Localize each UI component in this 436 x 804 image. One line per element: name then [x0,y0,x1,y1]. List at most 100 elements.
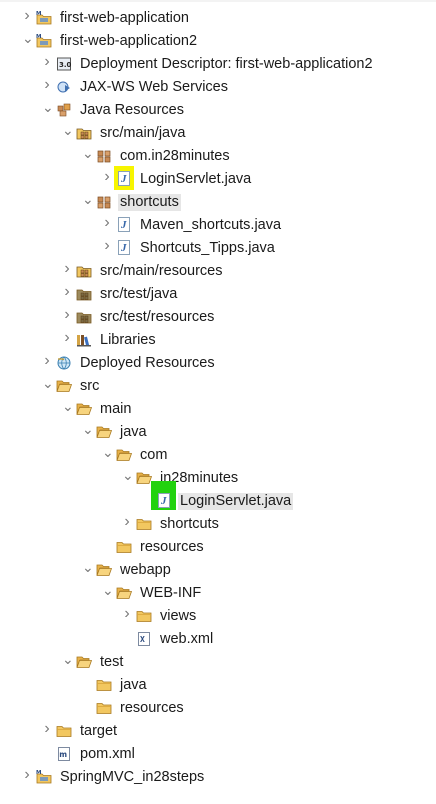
folder-open-icon [76,401,92,417]
tree-item[interactable]: › JAX-WS Web Services [0,77,436,99]
folder-open-icon [136,470,152,486]
tree-item[interactable]: ⌄ com [0,445,436,467]
chevron-right-icon[interactable]: › [62,284,72,300]
chevron-down-icon[interactable]: ⌄ [102,583,114,597]
tree-item[interactable]: ⌄ main [0,399,436,421]
chevron-down-icon[interactable]: ⌄ [62,399,74,413]
chevron-down-icon[interactable]: ⌄ [102,445,114,459]
tree-item-label: views [160,608,197,624]
chevron-right-icon[interactable]: › [42,54,52,70]
tree-item-label: web.xml [160,631,214,647]
java-file-icon: J [116,171,132,187]
tree-item-label: com [140,447,168,463]
chevron-right-icon[interactable]: › [42,353,52,369]
tree-item[interactable]: › src/test/resources [0,307,436,329]
chevron-down-icon[interactable]: ⌄ [22,31,34,45]
tree-item[interactable]: J LoginServlet.java [0,481,436,513]
tree-item[interactable]: › J Maven_shortcuts.java [0,215,436,237]
tree-item[interactable]: ⌄ src [0,376,436,398]
source-folder-icon [76,125,92,141]
chevron-down-icon[interactable]: ⌄ [82,192,94,206]
svg-text:M: M [36,770,41,776]
tree-item-label: Libraries [100,332,156,348]
tree-item[interactable]: › target [0,721,436,743]
tree-item[interactable]: › Mfirst-web-application [0,8,436,30]
tree-item[interactable]: › src/main/resources [0,261,436,283]
folder-open-icon [56,378,72,394]
source-folder-icon [76,263,92,279]
tree-item[interactable]: ⌄ webapp [0,560,436,582]
tree-item-label: first-web-application [60,10,189,26]
tree-item-label: com.in28minutes [120,148,230,164]
chevron-right-icon[interactable]: › [62,330,72,346]
chevron-down-icon[interactable]: ⌄ [122,468,134,482]
tree-item[interactable]: resources [0,698,436,720]
chevron-right-icon[interactable]: › [62,261,72,277]
tree-item[interactable]: resources [0,537,436,559]
java-resources-icon [56,102,72,118]
tree-item-label: src/test/java [100,286,178,302]
tree-item-label: resources [140,539,204,555]
package-icon [96,148,112,164]
tree-item[interactable]: ⌄ src/main/java [0,123,436,145]
chevron-right-icon[interactable]: › [102,215,112,231]
tree-item[interactable]: m pom.xml [0,744,436,766]
chevron-right-icon[interactable]: › [122,606,132,622]
tree-item[interactable]: ⌄ in28minutes [0,468,436,490]
chevron-right-icon[interactable]: › [102,238,112,254]
chevron-right-icon[interactable]: › [62,307,72,323]
tree-item-label: Maven_shortcuts.java [140,217,282,233]
chevron-right-icon[interactable]: › [42,77,52,93]
test-source-folder-icon [76,309,92,325]
tree-item[interactable]: › J Shortcuts_Tipps.java [0,238,436,260]
tree-item[interactable]: › Libraries [0,330,436,352]
tree-item[interactable]: › M SpringMVC_in28steps [0,767,436,789]
svg-text:M: M [36,34,41,40]
folder-icon [56,723,72,739]
tree-item[interactable]: ⌄ Mfirst-web-application2 [0,31,436,53]
tree-item-label: main [100,401,132,417]
tree-item-label: java [120,424,147,440]
tree-item[interactable]: › Deployed Resources [0,353,436,375]
tree-item-label: src [80,378,100,394]
svg-text:m: m [59,750,67,759]
chevron-down-icon[interactable]: ⌄ [42,376,54,390]
tree-item[interactable]: › J LoginServlet.java [0,166,436,191]
tree-item-label: src/main/resources [100,263,223,279]
maven-pom-icon: m [56,746,72,762]
xml-file-icon: X [136,631,152,647]
java-file-icon: J [116,240,132,256]
tree-item[interactable]: ⌄ com.in28minutes [0,146,436,168]
chevron-right-icon[interactable]: › [42,721,52,737]
chevron-right-icon[interactable]: › [102,169,112,185]
tree-item[interactable]: › 3.0 Deployment Descriptor: first-web-app… [0,54,436,76]
chevron-down-icon[interactable]: ⌄ [82,422,94,436]
tree-item[interactable]: › src/test/java [0,284,436,306]
tree-item[interactable]: java [0,675,436,697]
folder-icon [116,539,132,555]
chevron-right-icon[interactable]: › [22,767,32,783]
chevron-down-icon[interactable]: ⌄ [82,146,94,160]
folder-open-icon [116,447,132,463]
folder-icon [136,608,152,624]
chevron-down-icon[interactable]: ⌄ [62,652,74,666]
tree-item[interactable]: ⌄ Java Resources [0,100,436,122]
tree-item-label: resources [120,700,184,716]
tree-item[interactable]: Xweb.xml [0,629,436,651]
tree-item[interactable]: ⌄ shortcuts [0,192,436,214]
tree-item-label: Deployment Descriptor: first-web-applica… [80,56,373,72]
chevron-down-icon[interactable]: ⌄ [42,100,54,114]
tree-item-label: Deployed Resources [80,355,215,371]
tree-item[interactable]: › shortcuts [0,514,436,536]
tree-item[interactable]: › views [0,606,436,628]
tree-item-label: LoginServlet.java [140,171,252,187]
chevron-right-icon[interactable]: › [122,514,132,530]
tree-item[interactable]: ⌄ WEB-INF [0,583,436,605]
chevron-down-icon[interactable]: ⌄ [62,123,74,137]
tree-item[interactable]: ⌄ test [0,652,436,674]
tree-item[interactable]: ⌄ java [0,422,436,444]
web-services-icon [56,79,72,95]
chevron-right-icon[interactable]: › [22,8,32,24]
chevron-down-icon[interactable]: ⌄ [82,560,94,574]
tree-item-label: src/test/resources [100,309,215,325]
